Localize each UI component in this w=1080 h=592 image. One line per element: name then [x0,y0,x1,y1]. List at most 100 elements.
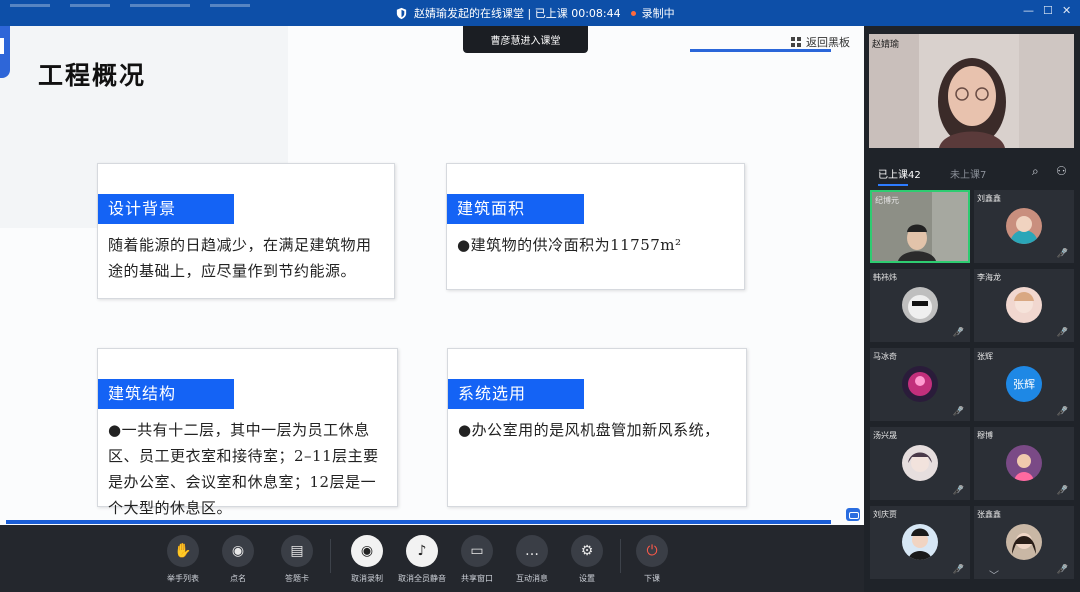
mic-muted-icon: 🎤̸ [952,565,964,575]
interactive-message-button[interactable]: … 互动消息 [507,535,557,584]
student-tile[interactable]: 刘庆贾 🎤̸ [870,506,970,579]
chevron-down-icon[interactable]: ﹀ [989,567,999,582]
tab-not-in-class[interactable]: 未上课7 [950,166,986,181]
student-name: 李海龙 [977,273,1001,282]
hand-icon: ✋ [167,535,199,567]
settings-button[interactable]: ⚙ 设置 [562,535,612,584]
card-tag: 设计背景 [98,194,234,224]
mic-muted-icon: 🎤̸ [952,486,964,496]
shield-icon [396,7,407,19]
student-tile[interactable]: 刘鑫鑫 🎤̸ [974,190,1074,263]
title-bar: 赵婧瑜发起的在线课堂 | 已上课 00:08:44 录制中 — ☐ ✕ [0,0,1080,26]
student-tile[interactable]: 纪博元 [870,190,970,263]
recording-indicator: 录制中 [630,5,675,21]
student-name: 汤兴晟 [873,431,897,440]
maximize-icon[interactable]: ☐ [1043,4,1053,17]
attendance-tabs: 已上课42 未上课7 ⌕ ⚇ [864,154,1080,190]
mic-muted-icon: 🎤̸ [1056,565,1068,575]
participants-panel: 赵婧瑜 已上课42 未上课7 ⌕ ⚇ 纪博元 刘鑫鑫 🎤̸ 韩祎炜 🎤̸ 李海龙… [864,26,1080,592]
recording-label: 录制中 [641,7,675,20]
card-body: 随着能源的日趋减少，在满足建筑物用途的基础上，应尽量作到节约能源。 [108,236,372,280]
answer-card-button[interactable]: ▤ 答题卡 [272,535,322,584]
card-tag: 系统选用 [448,379,584,409]
student-name: 马冰奇 [873,352,897,361]
avatar [902,287,938,323]
student-name: 纪博元 [875,196,899,205]
card-building-area: 建筑面积 ●建筑物的供冷面积为11757m² [446,163,745,290]
teacher-video-frame [869,34,1074,148]
board-progress-line [690,49,831,52]
raise-hand-list-button[interactable]: ✋ 举手列表 [158,535,208,584]
tool-label: 下课 [644,574,660,583]
gear-icon: ⚙ [571,535,603,567]
location-pin-icon: ◉ [222,535,254,567]
search-icon[interactable]: ⌕ [1032,164,1039,179]
card-design-background: 设计背景 随着能源的日趋减少，在满足建筑物用途的基础上，应尽量作到节约能源。 [97,163,395,299]
teacher-video[interactable]: 赵婧瑜 [869,34,1074,148]
card-tag: 建筑面积 [447,194,584,224]
classroom-app: 赵婧瑜发起的在线课堂 | 已上课 00:08:44 录制中 — ☐ ✕ 工程概况… [0,0,1080,592]
close-icon[interactable]: ✕ [1062,4,1071,17]
slide-corner-decoration-inner [0,38,4,54]
background-tabs-ghost [10,4,250,7]
mic-muted-icon: 🎤̸ [1056,249,1068,259]
mic-muted-icon: 🎤̸ [1056,328,1068,338]
avatar [1006,445,1042,481]
return-board-button[interactable]: 返回黑板 [791,34,850,50]
end-class-button[interactable]: ⏻ 下课 [627,535,677,584]
tab-in-class[interactable]: 已上课42 [878,166,921,181]
slide-canvas: 工程概况 返回黑板 设计背景 随着能源的日趋减少，在满足建筑物用途的基础上，应尽… [0,26,864,525]
tool-label: 取消录制 [351,574,383,583]
chat-bubble-icon[interactable] [846,508,860,521]
avatar [1006,287,1042,323]
avatar [1006,524,1042,560]
card-icon: ▤ [281,535,313,567]
screen-share-icon: ▭ [461,535,493,567]
student-tile[interactable]: 李海龙 🎤̸ [974,269,1074,342]
avatar: 张辉 [1006,366,1042,402]
avatar [902,524,938,560]
student-tile[interactable]: 汤兴晟 🎤̸ [870,427,970,500]
mute-icon: ♪ [406,535,438,567]
student-tile[interactable]: 马冰奇 🎤̸ [870,348,970,421]
class-status: 赵婧瑜发起的在线课堂 | 已上课 00:08:44 录制中 [395,5,675,21]
roll-call-button[interactable]: ◉ 点名 [213,535,263,584]
cancel-record-button[interactable]: ◉ 取消录制 [342,535,392,584]
tool-label: 取消全员静音 [398,574,446,583]
avatar [902,366,938,402]
mic-muted-icon: 🎤̸ [952,328,964,338]
tool-label: 设置 [579,574,595,583]
student-name: 穆博 [977,431,993,440]
power-icon: ⏻ [636,535,668,567]
toolbar-divider [330,539,331,573]
cancel-mute-all-button[interactable]: ♪ 取消全员静音 [397,535,447,584]
student-tile[interactable]: 穆博 🎤̸ [974,427,1074,500]
add-user-icon[interactable]: ⚇ [1056,164,1067,178]
teacher-name: 赵婧瑜 [872,40,900,50]
toolbar-divider [620,539,621,573]
avatar-text: 张辉 [1013,378,1035,391]
message-icon: … [516,535,548,567]
card-body: ●办公室用的是风机盘管加新风系统， [458,421,720,439]
card-body: ●一共有十二层，其中一层为员工休息区、员工更衣室和接待室；2–11层主要是办公室… [108,421,379,517]
student-name: 韩祎炜 [873,273,897,282]
student-tile[interactable]: 韩祎炜 🎤̸ [870,269,970,342]
avatar [1006,208,1042,244]
tool-label: 举手列表 [167,574,199,583]
class-title: 赵婧瑜发起的在线课堂 | 已上课 00:08:44 [414,7,621,20]
share-window-button[interactable]: ▭ 共享窗口 [452,535,502,584]
student-name: 张辉 [977,352,993,361]
tool-label: 共享窗口 [461,574,493,583]
mic-muted-icon: 🎤̸ [952,407,964,417]
slide-progress-bar [6,520,831,524]
card-system-selection: 系统选用 ●办公室用的是风机盘管加新风系统， [447,348,747,507]
mic-muted-icon: 🎤̸ [1056,407,1068,417]
record-dot-icon [630,10,636,16]
card-building-structure: 建筑结构 ●一共有十二层，其中一层为员工休息区、员工更衣室和接待室；2–11层主… [97,348,398,517]
slide-title: 工程概况 [38,61,147,90]
student-tile[interactable]: 张辉 张辉 🎤̸ [974,348,1074,421]
card-body: ●建筑物的供冷面积为11757m² [457,236,682,254]
card-tag: 建筑结构 [98,379,234,409]
minimize-icon[interactable]: — [1023,4,1034,17]
avatar [902,445,938,481]
